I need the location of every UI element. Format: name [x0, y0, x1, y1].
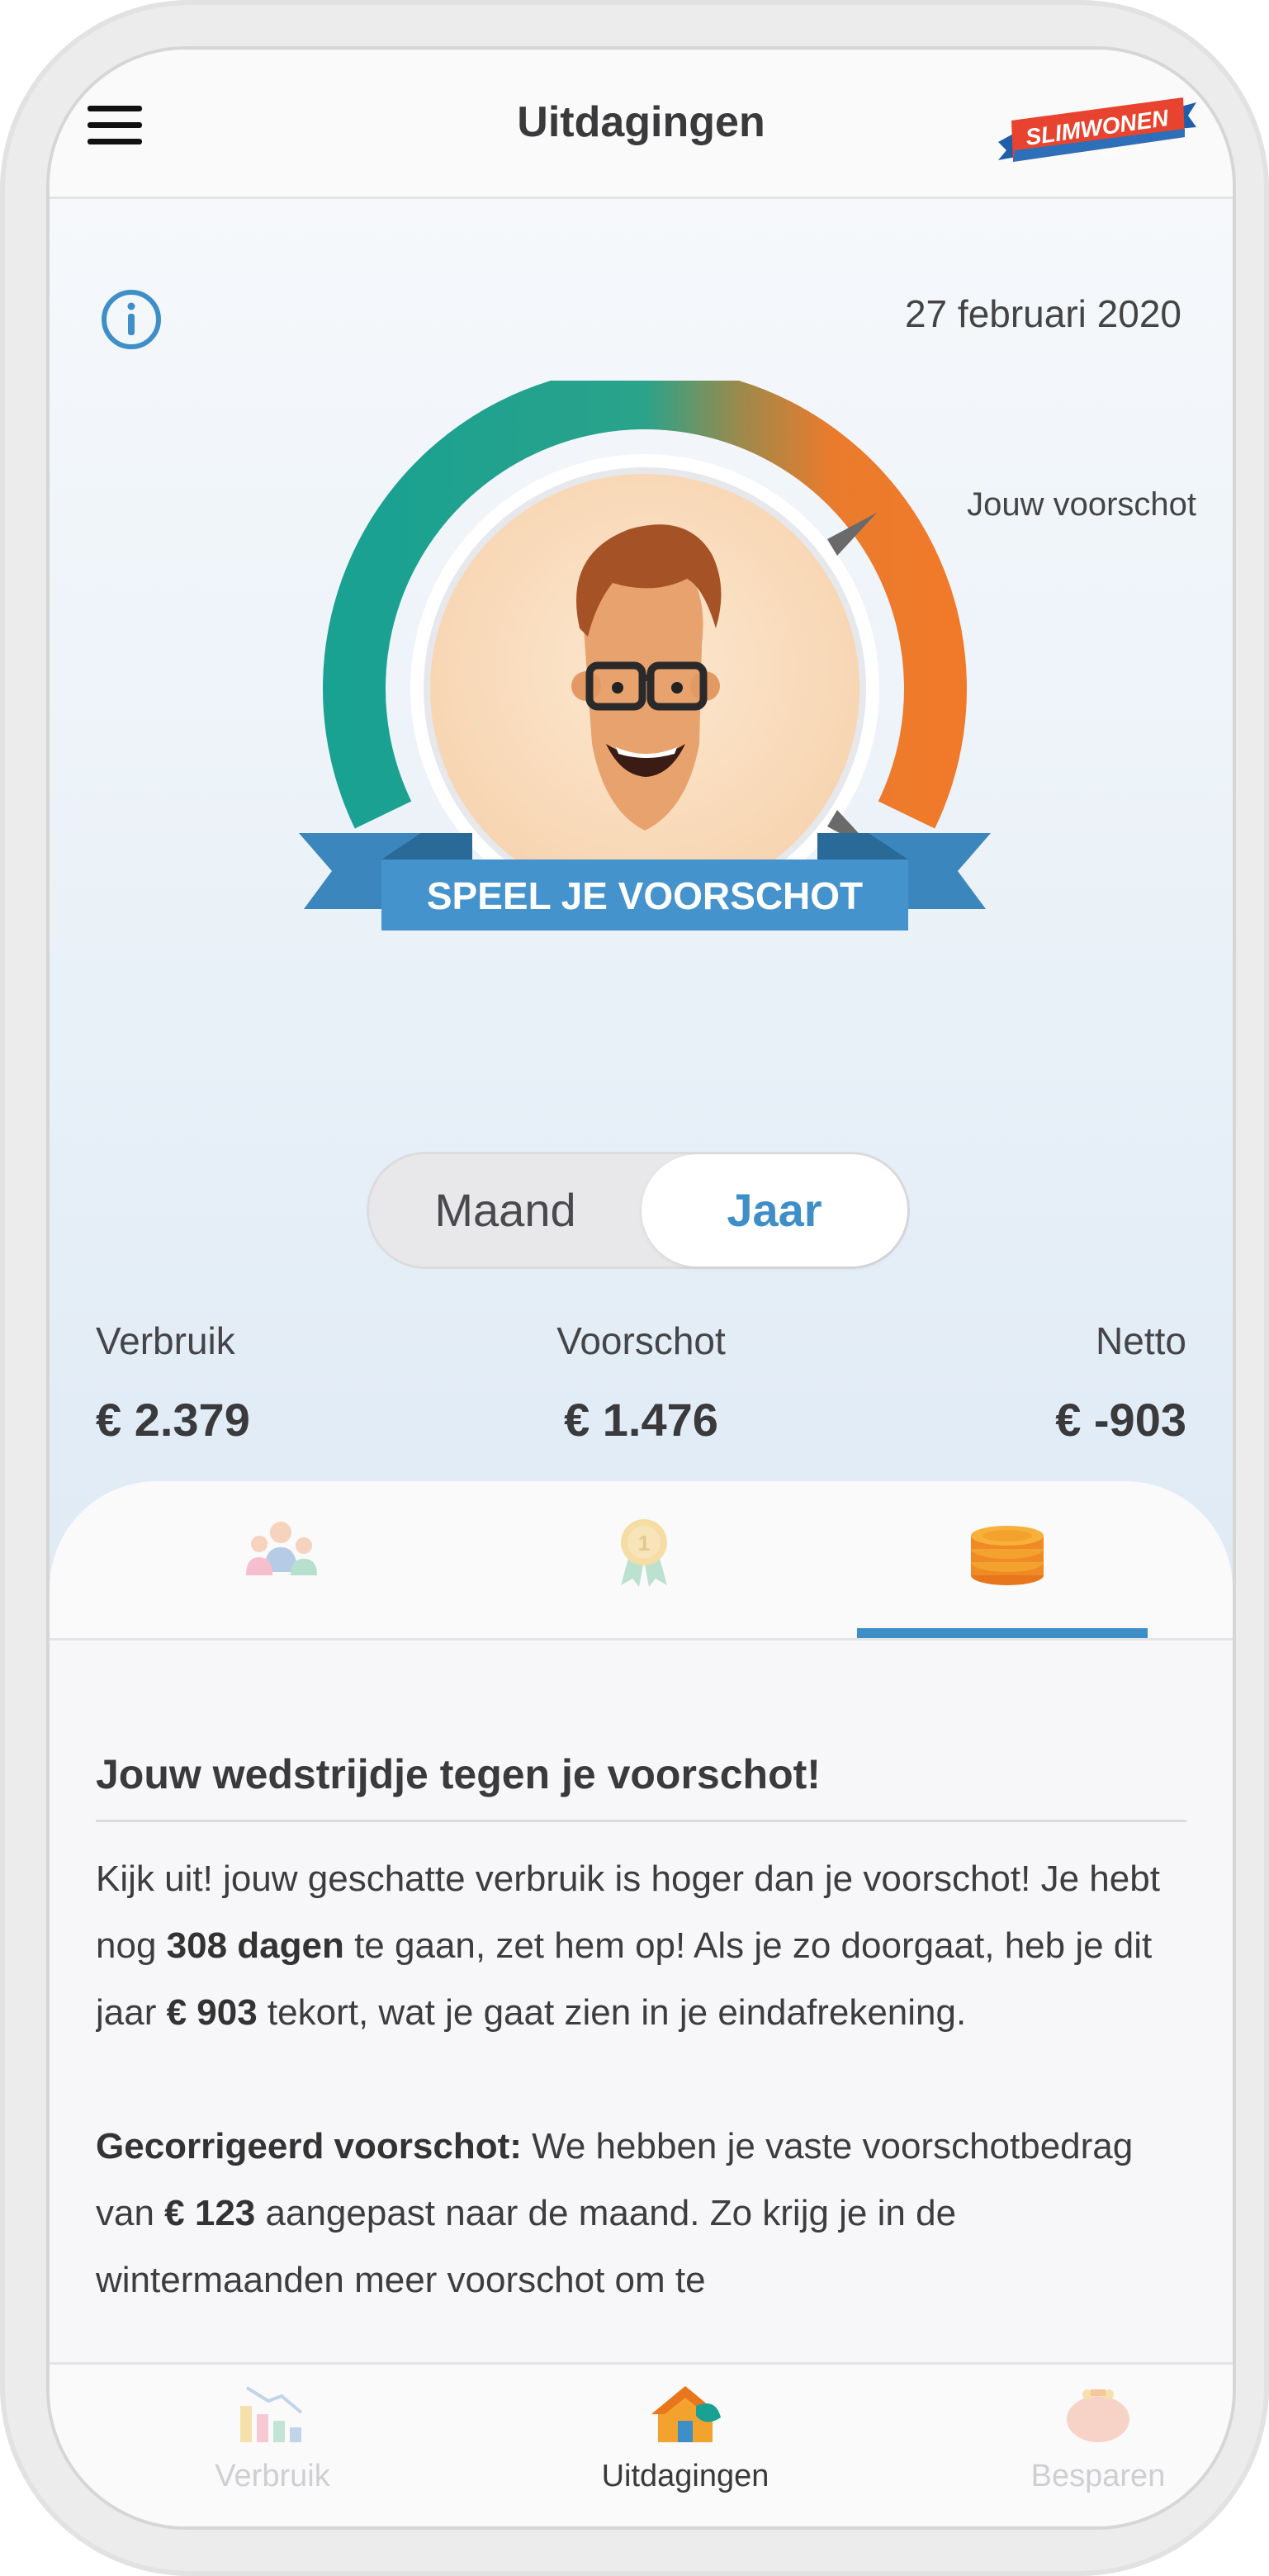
toggle-year[interactable]: Jaar [642, 1154, 907, 1267]
advance-amount: € 123 [164, 2193, 256, 2233]
current-date: 27 februari 2020 [904, 292, 1181, 335]
nav-besparen[interactable]: Besparen [974, 2381, 1222, 2494]
days-remaining: 308 dagen [166, 1925, 344, 1966]
challenge-tabs: 1 [50, 1481, 1233, 1641]
tab-medal[interactable]: 1 [570, 1514, 718, 1622]
nav-verbruik[interactable]: Verbruik [149, 2381, 396, 2494]
coins-icon [971, 1526, 1044, 1585]
nav-label: Verbruik [215, 2459, 330, 2493]
nav-label: Uitdagingen [601, 2459, 769, 2493]
corrected-advance-label: Gecorrigeerd voorschot: [96, 2126, 522, 2166]
stat-label: Netto [1096, 1319, 1186, 1362]
shortfall-amount: € 903 [166, 1992, 258, 2033]
advance-gauge: SPEEL JE VOORSCHOT [299, 381, 991, 930]
tab-family[interactable] [206, 1514, 355, 1622]
app-header: Uitdagingen SLIMWONEN NEDERLAND [50, 50, 1233, 199]
svg-text:1: 1 [638, 1531, 650, 1556]
info-icon[interactable] [99, 287, 163, 352]
usage-chart-icon [240, 2386, 303, 2442]
tab-coins[interactable] [933, 1514, 1082, 1622]
stat-value: € -903 [1055, 1394, 1186, 1446]
stat-net: Netto € -903 [1055, 1319, 1186, 1447]
stat-advance: Voorschot € 1.476 [96, 1319, 1186, 1447]
content-paragraph-2: Gecorrigeerd voorschot: We hebben je vas… [96, 2113, 1186, 2313]
slimwonen-logo: SLIMWONEN NEDERLAND [998, 97, 1196, 162]
banner-text: SPEEL JE VOORSCHOT [427, 874, 863, 917]
challenge-hero: 27 februari 2020 Jouw voorschot SPEEL JE… [50, 199, 1233, 1619]
challenge-content: Jouw wedstrijdje tegen je voorschot! Kij… [96, 1750, 1186, 2413]
house-icon [651, 2386, 721, 2442]
nav-uitdagingen[interactable]: Uitdagingen [561, 2381, 809, 2494]
stat-value: € 1.476 [564, 1394, 718, 1446]
family-icon [246, 1522, 317, 1575]
stat-label: Voorschot [556, 1319, 726, 1362]
bottom-navigation: Verbruik Uitdagingen Besparen [50, 2362, 1233, 2526]
nav-label: Besparen [1030, 2459, 1166, 2493]
content-paragraph-1: Kijk uit! jouw geschatte verbruik is hog… [96, 1845, 1186, 2046]
content-heading: Jouw wedstrijdje tegen je voorschot! [96, 1750, 1186, 1822]
app-screen: Uitdagingen SLIMWONEN NEDERLAND 27 febru… [46, 46, 1236, 2530]
medal-icon: 1 [621, 1519, 667, 1587]
toggle-month[interactable]: Maand [369, 1154, 642, 1267]
gauge-label: Jouw voorschot [967, 486, 1196, 523]
device-frame: Uitdagingen SLIMWONEN NEDERLAND 27 febru… [0, 0, 1269, 2576]
piggy-bank-icon [1067, 2389, 1129, 2442]
active-tab-indicator [857, 1628, 1148, 1638]
paragraph-text: tekort, wat je gaat zien in je eindafrek… [257, 1992, 967, 2033]
period-toggle[interactable]: Maand Jaar [367, 1152, 910, 1269]
